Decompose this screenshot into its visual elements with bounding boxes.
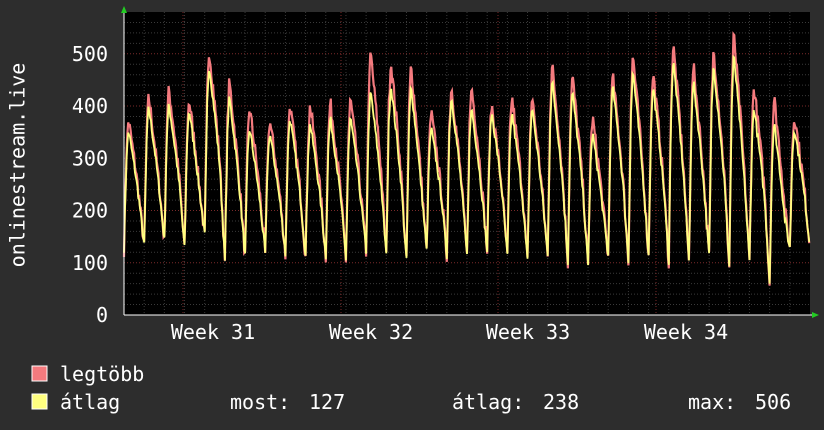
- x-tick-label: Week 34: [644, 320, 728, 344]
- traffic-chart: 0100200300400500 Week 31 Week 32 Week 33 We…: [6, 6, 819, 414]
- legend-label-max: legtöbb: [60, 362, 144, 386]
- y-axis-arrow: [121, 6, 127, 13]
- y-tick-label: 100: [72, 251, 108, 275]
- stat-average-label: átlag:: [452, 390, 524, 414]
- x-tick-label: Week 31: [171, 320, 255, 344]
- y-axis-title: onlinestream.live: [6, 63, 30, 268]
- y-tick-label: 200: [72, 199, 108, 223]
- y-tick-label: 300: [72, 146, 108, 170]
- x-tick-label: Week 33: [486, 320, 570, 344]
- stat-max-value: 506: [755, 390, 791, 414]
- stat-average-value: 238: [543, 390, 579, 414]
- legend-swatch-max: [31, 365, 48, 382]
- y-axis-ticks: 0 100 200 300 400 500: [72, 42, 108, 327]
- x-axis-arrow: [812, 312, 819, 318]
- stat-current-label: most:: [230, 390, 290, 414]
- x-axis-ticks: Week 31 Week 32 Week 33 Week 34: [171, 320, 728, 344]
- x-tick-label: Week 32: [329, 320, 413, 344]
- y-tick-label: 400: [72, 94, 108, 118]
- stat-max-label: max:: [688, 390, 736, 414]
- stat-current-value: 127: [309, 390, 345, 414]
- y-tick-label: 500: [72, 42, 108, 66]
- y-tick-label: 0: [96, 303, 108, 327]
- legend-label-avg: átlag: [60, 390, 120, 414]
- legend-swatch-avg: [31, 393, 48, 410]
